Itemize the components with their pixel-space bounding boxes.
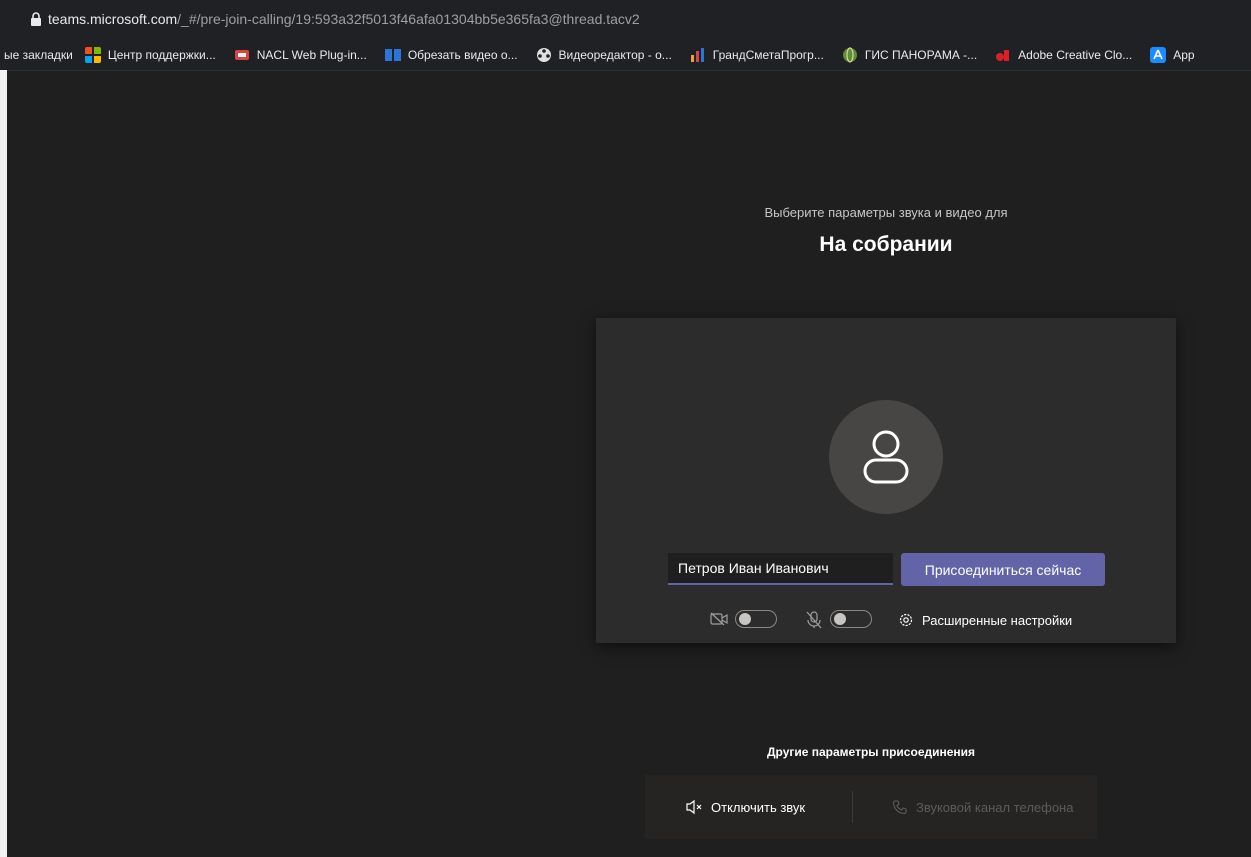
prejoin-subtitle: Выберите параметры звука и видео для — [764, 205, 1008, 220]
phone-audio-label: Звуковой канал телефона — [916, 799, 1074, 815]
bookmark-folder[interactable]: ые закладки — [4, 48, 73, 62]
bookmark-label: ГИС ПАНОРАМА -... — [864, 48, 978, 62]
bookmark-label: Adobe Creative Clo... — [1018, 48, 1133, 62]
bookmark-label: ые закладки — [4, 48, 73, 62]
name-input[interactable] — [668, 553, 893, 585]
phone-audio-button[interactable]: Звуковой канал телефона — [892, 795, 1073, 819]
phone-icon — [892, 800, 907, 815]
bookmarks-bar: ые закладки Центр поддержки... NACL Web … — [0, 40, 1251, 71]
advanced-settings-label: Расширенные настройки — [922, 612, 1073, 628]
app-store-icon — [1150, 47, 1167, 63]
adobe-icon — [996, 50, 1010, 61]
person-icon — [863, 430, 909, 484]
browser-address-bar[interactable]: teams.microsoft.com/_#/pre-join-calling/… — [0, 0, 1251, 40]
camera-off-icon — [710, 612, 728, 626]
bookmark-label: Центр поддержки... — [107, 48, 216, 62]
url-text[interactable]: teams.microsoft.com/_#/pre-join-calling/… — [48, 11, 640, 27]
bookmark-label: Видеоредактор - о... — [558, 48, 672, 62]
toggle-knob — [834, 613, 846, 625]
bookmark-adobe[interactable]: Adobe Creative Clo... — [995, 47, 1132, 63]
bookmark-label: App — [1173, 48, 1195, 62]
url-path: /_#/pre-join-calling/19:593a32f5013f46af… — [177, 11, 640, 27]
bookmark-video-crop[interactable]: Обрезать видео о... — [384, 47, 518, 63]
meeting-title: На собрании — [819, 233, 953, 256]
avatar — [829, 400, 943, 514]
bookmark-label: ГрандСметаПрогр... — [712, 48, 824, 62]
window-edge — [0, 70, 7, 857]
bookmark-grandsmeta[interactable]: ГрандСметаПрогр... — [690, 47, 824, 63]
mute-audio-label: Отключить звук — [711, 799, 806, 815]
divider — [852, 791, 853, 823]
other-options-panel: Отключить звук Звуковой канал телефона — [645, 775, 1097, 839]
mic-toggle[interactable] — [830, 610, 872, 628]
url-host: teams.microsoft.com — [48, 11, 178, 27]
bookmark-gis-panorama[interactable]: ГИС ПАНОРАМА -... — [842, 47, 977, 63]
prejoin-card: Присоединиться сейчас Расширенные настро… — [596, 318, 1176, 643]
bookmark-label: Обрезать видео о... — [407, 48, 518, 62]
other-options-label: Другие параметры присоединения — [766, 745, 976, 759]
microsoft-logo-icon — [84, 47, 101, 63]
camera-toggle[interactable] — [735, 610, 777, 628]
join-now-button[interactable]: Присоединиться сейчас — [901, 553, 1105, 586]
bookmark-support-center[interactable]: Центр поддержки... — [84, 47, 216, 63]
bookmark-label: NACL Web Plug-in... — [256, 48, 367, 62]
advanced-settings-button[interactable]: Расширенные настройки — [898, 608, 1072, 632]
red-app-icon — [234, 50, 249, 60]
bookmark-nacl[interactable]: NACL Web Plug-in... — [234, 47, 367, 63]
film-reel-icon — [536, 48, 551, 62]
speaker-off-icon — [686, 799, 702, 815]
bookmark-app[interactable]: App — [1150, 47, 1195, 63]
lock-icon — [31, 12, 41, 26]
globe-icon — [842, 47, 857, 63]
mic-off-icon — [806, 611, 822, 629]
bookmark-video-editor[interactable]: Видеоредактор - о... — [536, 47, 672, 63]
toggle-knob — [739, 613, 751, 625]
gear-icon — [899, 613, 913, 627]
mute-audio-button[interactable]: Отключить звук — [685, 795, 805, 819]
device-controls: Расширенные настройки — [596, 608, 1176, 632]
chart-icon — [690, 48, 704, 62]
blue-app-icon — [384, 49, 401, 61]
